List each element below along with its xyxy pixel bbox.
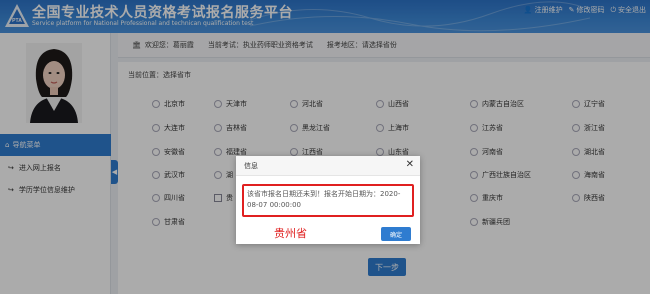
modal-overlay: [0, 0, 650, 294]
dialog-title: 信息: [236, 156, 420, 176]
annotation-text: 贵州省: [274, 227, 307, 240]
ok-button[interactable]: 确定: [381, 227, 411, 241]
dialog-message: 该省市报名日期还未到！报名开始日期为：2020-08-07 00:00:00: [242, 184, 414, 217]
info-dialog: 信息 ✕ 该省市报名日期还未到！报名开始日期为：2020-08-07 00:00…: [236, 156, 420, 244]
close-icon[interactable]: ✕: [406, 159, 414, 170]
